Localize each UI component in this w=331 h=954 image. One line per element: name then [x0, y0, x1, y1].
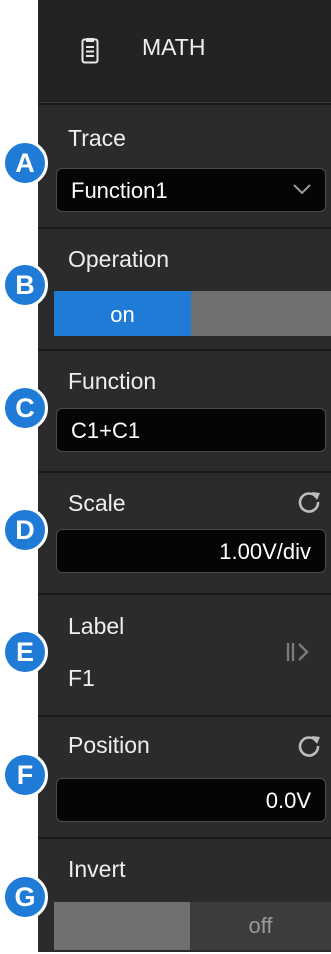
callout-badge-e: E	[2, 629, 48, 675]
invert-label: Invert	[68, 856, 126, 882]
math-panel: MATH Trace Function1 Operation on Functi…	[38, 0, 331, 952]
operation-toggle[interactable]: on	[54, 291, 331, 336]
function-input[interactable]: C1+C1	[56, 408, 326, 452]
function-label: Function	[68, 368, 157, 394]
label-value: F1	[68, 665, 95, 691]
callout-badge-g: G	[2, 874, 48, 920]
callout-badge-d: D	[2, 507, 48, 553]
callout-badge-f: F	[2, 752, 48, 798]
panel-title: MATH	[142, 34, 206, 60]
operation-off-segment[interactable]	[191, 291, 331, 336]
trace-value: Function1	[71, 178, 168, 203]
edit-cursor-icon[interactable]	[284, 641, 312, 663]
operation-section: Operation on	[38, 227, 331, 351]
reset-icon[interactable]	[296, 489, 322, 515]
position-section: Position 0.0V	[38, 715, 331, 839]
label-label: Label	[68, 613, 125, 639]
scale-section: Scale 1.00V/div	[38, 471, 331, 595]
function-value: C1+C1	[71, 418, 141, 443]
callout-badge-c: C	[2, 385, 48, 431]
scale-value: 1.00V/div	[219, 539, 311, 564]
scale-input[interactable]: 1.00V/div	[56, 529, 326, 573]
invert-on-segment[interactable]	[54, 902, 190, 950]
scale-label: Scale	[68, 490, 126, 516]
callout-badge-a: A	[2, 140, 48, 186]
reset-icon[interactable]	[296, 733, 322, 759]
label-section[interactable]: Label F1	[38, 593, 331, 717]
document-icon	[81, 38, 99, 64]
chevron-down-icon	[293, 184, 311, 195]
invert-off-segment[interactable]: off	[190, 902, 331, 950]
function-section: Function C1+C1	[38, 349, 331, 473]
operation-label: Operation	[68, 246, 170, 272]
invert-section: Invert off	[38, 837, 331, 954]
operation-on-segment[interactable]: on	[54, 291, 191, 336]
trace-dropdown[interactable]: Function1	[56, 168, 326, 212]
trace-section: Trace Function1	[38, 103, 331, 229]
position-value: 0.0V	[265, 788, 311, 813]
position-label: Position	[68, 732, 150, 758]
trace-label: Trace	[68, 125, 126, 151]
invert-toggle[interactable]: off	[54, 902, 331, 950]
position-input[interactable]: 0.0V	[56, 778, 326, 822]
panel-header: MATH	[38, 0, 331, 103]
callout-badge-b: B	[2, 262, 48, 308]
